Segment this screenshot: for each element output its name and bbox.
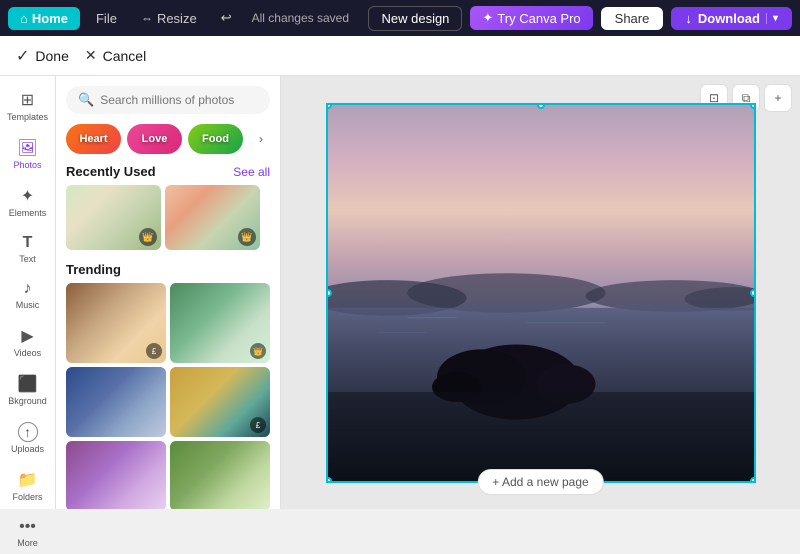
resize-button[interactable]: ⇔ Resize	[133, 7, 205, 30]
search-box[interactable]: 🔍	[66, 86, 270, 114]
chip-food-label: Food	[188, 124, 243, 154]
recently-used-photo-2[interactable]: 👑	[165, 185, 260, 250]
star-icon: ✦	[482, 10, 493, 26]
resize-icon: ⇔	[141, 11, 153, 25]
photo-crown-badge-2: 👑	[238, 228, 256, 246]
canvas-image	[328, 105, 754, 481]
video-icon: ▶	[21, 326, 33, 346]
undo-button[interactable]: ↩	[211, 6, 242, 30]
file-button[interactable]: File	[86, 7, 127, 30]
chips-scroll-right[interactable]: ›	[249, 124, 270, 154]
sidebar-item-uploads[interactable]: ↑ Uploads	[4, 416, 52, 460]
handle-right-mid[interactable]	[750, 289, 756, 297]
undo-icon: ↩	[221, 10, 232, 26]
checkmark-icon: ✓	[16, 46, 29, 66]
trending-grid: £ 👑 £	[66, 283, 270, 509]
action-bar: ✓ Done ✕ Cancel	[0, 36, 800, 76]
sidebar-item-background[interactable]: ⬛ Bkground	[4, 368, 52, 412]
photo-category-chips: Heart Love Food ›	[66, 124, 270, 154]
recently-used-photo-1[interactable]: 👑	[66, 185, 161, 250]
cancel-button[interactable]: ✕ Cancel	[85, 47, 146, 64]
photos-panel: 🔍 Heart Love Food › Recently Used See al…	[56, 76, 281, 509]
templates-icon: ⊞	[21, 90, 34, 110]
main-layout: ⊞ Templates 🖼 Photos ✦ Elements T Text ♪…	[0, 76, 800, 509]
done-button[interactable]: ✓ Done	[16, 46, 69, 66]
canvas-area: ⊡ ⧉ +	[281, 76, 800, 509]
chip-food[interactable]: Food	[188, 124, 243, 154]
trending-photo-3[interactable]	[66, 367, 166, 437]
canvas-frame[interactable]: ↻	[326, 103, 756, 483]
sidebar-item-more[interactable]: ••• More	[4, 512, 52, 554]
chip-love-label: Love	[127, 124, 182, 154]
close-icon: ✕	[85, 47, 97, 64]
home-button[interactable]: ⌂ Home	[8, 7, 80, 30]
nav-right-actions: New design ✦ Try Canva Pro Share ↓ Downl…	[368, 6, 792, 31]
share-button[interactable]: Share	[601, 7, 664, 30]
recently-used-title: Recently Used	[66, 164, 156, 179]
handle-top-left[interactable]	[326, 103, 332, 109]
recently-used-header: Recently Used See all	[66, 164, 270, 179]
trending-badge-2: 👑	[250, 343, 266, 359]
saved-status: All changes saved	[252, 11, 349, 25]
music-icon: ♪	[24, 280, 32, 298]
trending-header: Trending	[66, 262, 270, 277]
add-icon: +	[774, 91, 781, 105]
download-icon: ↓	[685, 11, 692, 26]
trending-photo-2[interactable]: 👑	[170, 283, 270, 363]
trending-badge-1: £	[146, 343, 162, 359]
top-navigation: ⌂ Home File ⇔ Resize ↩ All changes saved…	[0, 0, 800, 36]
add-page-button[interactable]: + Add a new page	[477, 469, 603, 495]
trending-badge-4: £	[250, 417, 266, 433]
chip-heart-label: Heart	[66, 124, 121, 154]
try-canva-pro-button[interactable]: ✦ Try Canva Pro	[470, 6, 592, 30]
home-icon: ⌂	[20, 11, 28, 26]
chip-love[interactable]: Love	[127, 124, 182, 154]
more-icon: •••	[19, 518, 36, 536]
trending-photo-6[interactable]	[170, 441, 270, 509]
photo-crown-badge: 👑	[139, 228, 157, 246]
trending-photo-5[interactable]	[66, 441, 166, 509]
search-input[interactable]	[100, 93, 258, 107]
photos-icon: 🖼	[17, 138, 37, 158]
trending-title: Trending	[66, 262, 121, 277]
handle-bottom-right[interactable]	[750, 477, 756, 483]
handle-top-right[interactable]	[750, 103, 756, 109]
sidebar-item-text[interactable]: T Text	[4, 228, 52, 270]
background-icon: ⬛	[18, 374, 38, 394]
canvas-add-button[interactable]: +	[764, 84, 792, 112]
sidebar-item-videos[interactable]: ▶ Videos	[4, 320, 52, 364]
upload-icon: ↑	[18, 422, 38, 442]
trending-photo-4[interactable]: £	[170, 367, 270, 437]
sidebar-item-folders[interactable]: 📁 Folders	[4, 464, 52, 508]
handle-bottom-left[interactable]	[326, 477, 332, 483]
recently-used-grid: 👑 👑	[66, 185, 270, 250]
chip-heart[interactable]: Heart	[66, 124, 121, 154]
elements-icon: ✦	[21, 186, 34, 206]
download-button[interactable]: ↓ Download ▾	[671, 7, 792, 30]
sidebar-item-elements[interactable]: ✦ Elements	[4, 180, 52, 224]
new-design-button[interactable]: New design	[368, 6, 462, 31]
text-icon: T	[23, 234, 33, 252]
trending-photo-1[interactable]: £	[66, 283, 166, 363]
sidebar: ⊞ Templates 🖼 Photos ✦ Elements T Text ♪…	[0, 76, 56, 509]
see-all-link[interactable]: See all	[233, 165, 270, 179]
search-icon: 🔍	[78, 92, 94, 108]
download-caret-icon[interactable]: ▾	[766, 13, 778, 24]
sidebar-item-templates[interactable]: ⊞ Templates	[4, 84, 52, 128]
sidebar-item-photos[interactable]: 🖼 Photos	[4, 132, 52, 176]
folder-icon: 📁	[18, 470, 38, 490]
sidebar-item-music[interactable]: ♪ Music	[4, 274, 52, 316]
